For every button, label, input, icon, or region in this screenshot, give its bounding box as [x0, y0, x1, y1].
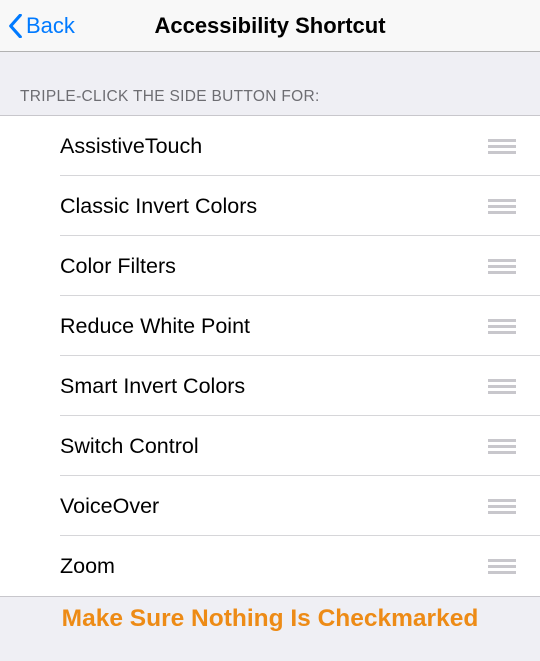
options-list: AssistiveTouch Classic Invert Colors Col… — [0, 115, 540, 597]
list-item-label: Switch Control — [60, 434, 484, 459]
footer-note: Make Sure Nothing Is Checkmarked — [0, 597, 540, 645]
list-item-label: Classic Invert Colors — [60, 194, 484, 219]
list-item[interactable]: Zoom — [0, 536, 540, 596]
list-item-label: Zoom — [60, 554, 484, 579]
drag-handle-icon[interactable] — [484, 251, 520, 282]
drag-handle-icon[interactable] — [484, 131, 520, 162]
list-item-label: Smart Invert Colors — [60, 374, 484, 399]
chevron-left-icon — [8, 14, 23, 38]
list-item[interactable]: Reduce White Point — [0, 296, 540, 356]
drag-handle-icon[interactable] — [484, 191, 520, 222]
back-label: Back — [26, 13, 75, 39]
list-item[interactable]: Smart Invert Colors — [0, 356, 540, 416]
drag-handle-icon[interactable] — [484, 551, 520, 582]
list-item-label: Color Filters — [60, 254, 484, 279]
section-header: Triple-click the side button for: — [0, 52, 540, 115]
drag-handle-icon[interactable] — [484, 431, 520, 462]
drag-handle-icon[interactable] — [484, 371, 520, 402]
list-item[interactable]: VoiceOver — [0, 476, 540, 536]
list-item[interactable]: Switch Control — [0, 416, 540, 476]
list-item-label: AssistiveTouch — [60, 134, 484, 159]
drag-handle-icon[interactable] — [484, 311, 520, 342]
back-button[interactable]: Back — [8, 13, 75, 39]
list-item[interactable]: Color Filters — [0, 236, 540, 296]
list-item[interactable]: Classic Invert Colors — [0, 176, 540, 236]
list-item[interactable]: AssistiveTouch — [0, 116, 540, 176]
list-item-label: Reduce White Point — [60, 314, 484, 339]
navbar: Back Accessibility Shortcut — [0, 0, 540, 52]
page-title: Accessibility Shortcut — [154, 13, 385, 39]
drag-handle-icon[interactable] — [484, 491, 520, 522]
list-item-label: VoiceOver — [60, 494, 484, 519]
